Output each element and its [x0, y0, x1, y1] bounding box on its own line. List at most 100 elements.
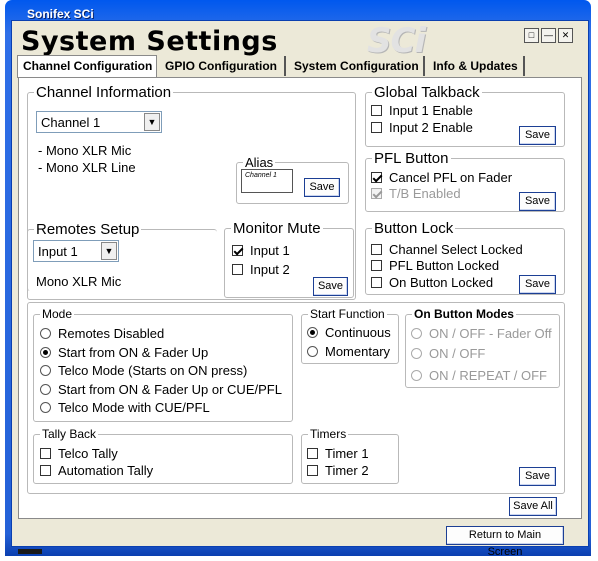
- mode-option-label: Telco Mode with CUE/PFL: [58, 400, 210, 415]
- tab-system-configuration[interactable]: System Configuration: [289, 56, 425, 76]
- channel-dropdown[interactable]: Channel 1 ▼: [36, 111, 162, 133]
- telco-tally-checkbox[interactable]: Telco Tally: [40, 447, 118, 461]
- restore-icon[interactable]: □: [524, 28, 539, 43]
- checkbox-icon[interactable]: [40, 465, 51, 476]
- return-main-screen-button[interactable]: Return to Main Screen: [446, 526, 564, 558]
- on-button-mode-on-off: ON / OFF: [411, 347, 485, 361]
- mode-option-label: Start from ON & Fader Up: [58, 345, 209, 360]
- checkbox-disabled-icon: [371, 188, 382, 199]
- tab-gpio-configuration[interactable]: GPIO Configuration: [160, 56, 286, 76]
- remotes-setup-title: Remotes Setup: [34, 221, 142, 238]
- checkbox-checked-icon[interactable]: [371, 172, 382, 183]
- pfl-button-locked-checkbox[interactable]: PFL Button Locked: [371, 259, 499, 273]
- radio-selected-icon[interactable]: [307, 327, 318, 338]
- checkbox-icon[interactable]: [307, 465, 318, 476]
- talkback-input1-label: Input 1 Enable: [389, 103, 473, 118]
- channel-source-line-2: - Mono XLR Line: [38, 160, 136, 175]
- monitor-mute-title: Monitor Mute: [231, 220, 323, 237]
- mode-option-start-on-fader[interactable]: Start from ON & Fader Up: [40, 346, 208, 360]
- save-all-button[interactable]: Save All: [509, 497, 557, 516]
- tab-info-updates[interactable]: Info & Updates: [428, 56, 525, 76]
- on-button-locked-checkbox[interactable]: On Button Locked: [371, 276, 493, 290]
- mode-option-label: Start from ON & Fader Up or CUE/PFL: [58, 382, 282, 397]
- on-button-mode-label: ON / OFF: [429, 346, 486, 361]
- alias-save-button[interactable]: Save: [304, 178, 340, 197]
- monitor-mute-input1-label: Input 1: [250, 243, 290, 258]
- checkbox-icon[interactable]: [371, 260, 382, 271]
- timer2-checkbox[interactable]: Timer 2: [307, 464, 369, 478]
- cancel-pfl-checkbox[interactable]: Cancel PFL on Fader: [371, 171, 512, 185]
- page-title: System Settings: [21, 26, 278, 57]
- checkbox-icon[interactable]: [371, 277, 382, 288]
- radio-icon[interactable]: [40, 328, 51, 339]
- timers-title: Timers: [308, 427, 349, 441]
- remotes-input-dropdown[interactable]: Input 1 ▼: [33, 240, 119, 262]
- channel-select-locked-label: Channel Select Locked: [389, 242, 523, 257]
- alias-title: Alias: [243, 155, 276, 170]
- mode-option-label: Telco Mode (Starts on ON press): [58, 363, 248, 378]
- monitor-mute-input2-checkbox[interactable]: Input 2: [232, 263, 290, 277]
- telco-tally-label: Telco Tally: [58, 446, 118, 461]
- radio-icon[interactable]: [307, 346, 318, 357]
- mode-option-telco-cue[interactable]: Telco Mode with CUE/PFL: [40, 401, 210, 415]
- monitor-mute-input2-label: Input 2: [250, 262, 290, 277]
- monitor-mute-save-button[interactable]: Save: [313, 277, 348, 296]
- start-function-momentary[interactable]: Momentary: [307, 345, 390, 359]
- on-button-locked-label: On Button Locked: [389, 275, 494, 290]
- button-lock-title: Button Lock: [372, 220, 456, 237]
- minimize-icon[interactable]: ―: [541, 28, 556, 43]
- pfl-save-button[interactable]: Save: [519, 192, 556, 211]
- global-talkback-title: Global Talkback: [372, 84, 482, 101]
- talkback-input1-checkbox[interactable]: Input 1 Enable: [371, 104, 473, 118]
- channel-dropdown-value: Channel 1: [41, 115, 101, 130]
- radio-icon[interactable]: [40, 384, 51, 395]
- window-titlebar: Sonifex SCi: [27, 7, 94, 21]
- checkbox-icon[interactable]: [307, 448, 318, 459]
- radio-icon[interactable]: [40, 365, 51, 376]
- channel-select-locked-checkbox[interactable]: Channel Select Locked: [371, 243, 523, 257]
- timer1-checkbox[interactable]: Timer 1: [307, 447, 369, 461]
- radio-disabled-icon: [411, 348, 422, 359]
- mode-option-remotes-disabled[interactable]: Remotes Disabled: [40, 327, 164, 341]
- talkback-save-button[interactable]: Save: [519, 126, 556, 145]
- checkbox-icon[interactable]: [40, 448, 51, 459]
- start-function-title: Start Function: [308, 307, 387, 321]
- checkbox-icon[interactable]: [371, 122, 382, 133]
- timer1-label: Timer 1: [325, 446, 369, 461]
- tally-back-title: Tally Back: [40, 427, 99, 441]
- remotes-save-button[interactable]: Save: [519, 467, 556, 486]
- button-lock-save-button[interactable]: Save: [519, 275, 556, 294]
- pfl-button-locked-label: PFL Button Locked: [389, 258, 500, 273]
- radio-selected-icon[interactable]: [40, 347, 51, 358]
- checkbox-icon[interactable]: [232, 264, 243, 275]
- automation-tally-checkbox[interactable]: Automation Tally: [40, 464, 153, 478]
- close-icon[interactable]: ✕: [558, 28, 573, 43]
- on-button-modes-title: On Button Modes: [412, 307, 516, 321]
- tab-channel-configuration[interactable]: Channel Configuration: [17, 55, 157, 78]
- radio-icon[interactable]: [40, 402, 51, 413]
- checkbox-checked-icon[interactable]: [232, 245, 243, 256]
- mode-option-start-on-fader-cue[interactable]: Start from ON & Fader Up or CUE/PFL: [40, 383, 282, 397]
- talkback-input2-checkbox[interactable]: Input 2 Enable: [371, 121, 473, 135]
- tb-enabled-checkbox: T/B Enabled: [371, 187, 461, 201]
- radio-disabled-icon: [411, 328, 422, 339]
- timer2-label: Timer 2: [325, 463, 369, 478]
- checkbox-icon[interactable]: [371, 105, 382, 116]
- cancel-pfl-label: Cancel PFL on Fader: [389, 170, 513, 185]
- start-function-continuous[interactable]: Continuous: [307, 326, 391, 340]
- on-button-mode-label: ON / REPEAT / OFF: [429, 368, 547, 383]
- start-function-continuous-label: Continuous: [325, 325, 391, 340]
- on-button-mode-label: ON / OFF - Fader Off: [429, 326, 552, 341]
- mode-option-telco[interactable]: Telco Mode (Starts on ON press): [40, 364, 247, 378]
- talkback-input2-label: Input 2 Enable: [389, 120, 473, 135]
- sci-logo: SCi: [367, 21, 426, 61]
- chevron-down-icon[interactable]: ▼: [101, 242, 117, 260]
- monitor-mute-input1-checkbox[interactable]: Input 1: [232, 244, 290, 258]
- checkbox-icon[interactable]: [371, 244, 382, 255]
- channel-source-line-1: - Mono XLR Mic: [38, 143, 132, 158]
- on-button-mode-repeat: ON / REPEAT / OFF: [411, 369, 547, 383]
- alias-input[interactable]: Channel 1: [241, 169, 293, 193]
- mode-option-label: Remotes Disabled: [58, 326, 165, 341]
- radio-disabled-icon: [411, 370, 422, 381]
- chevron-down-icon[interactable]: ▼: [144, 113, 160, 131]
